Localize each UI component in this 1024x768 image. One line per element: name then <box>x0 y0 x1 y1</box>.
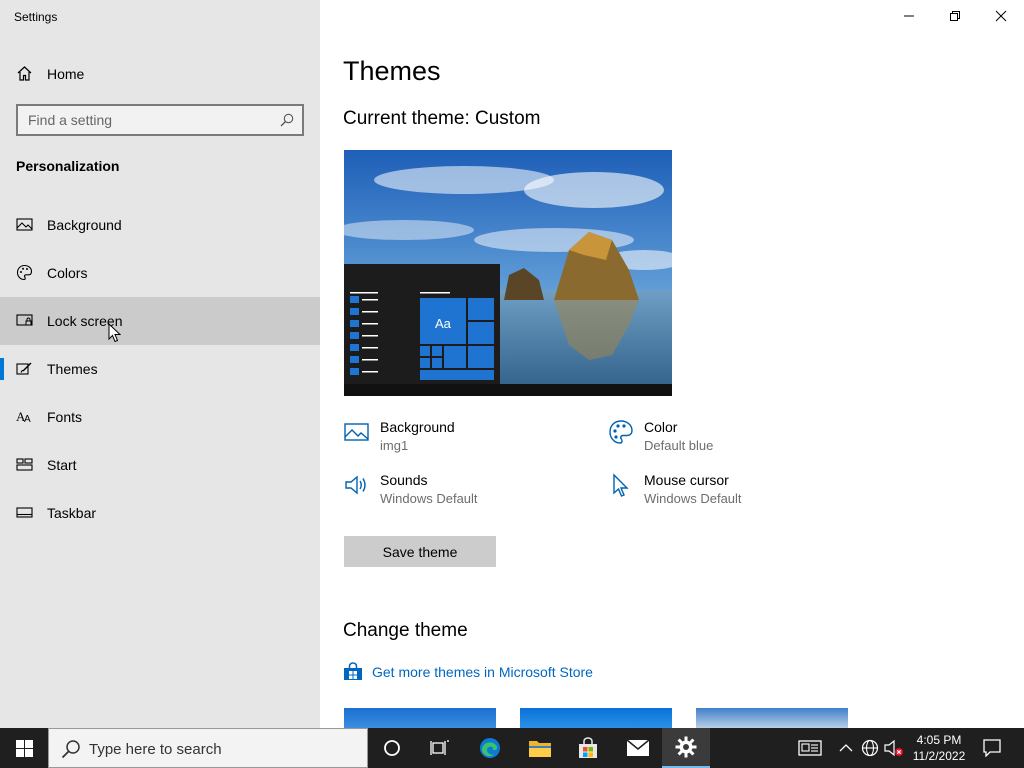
theme-preview: Aa <box>344 150 672 396</box>
sidebar-item-taskbar[interactable]: Taskbar <box>0 489 320 537</box>
current-theme-heading: Current theme: Custom <box>343 108 541 129</box>
mail-icon <box>626 739 650 756</box>
home-icon <box>17 66 32 81</box>
minimize-button[interactable] <box>886 0 932 32</box>
palette-icon <box>16 264 33 281</box>
theme-background-value: img1 <box>380 438 409 453</box>
sidebar-item-colors[interactable]: Colors <box>0 249 320 297</box>
start-button[interactable] <box>0 728 48 768</box>
globe-icon <box>861 739 879 757</box>
taskbar: Type here to search 4:05 PM 11/2/2022 <box>0 728 1024 768</box>
sidebar-item-lock-screen[interactable]: Lock screen <box>0 297 320 345</box>
start-icon <box>16 458 33 471</box>
theme-color-setting[interactable]: Color Default blue <box>608 419 828 459</box>
theme-color-label: Color <box>644 419 678 435</box>
theme-sounds-setting[interactable]: Sounds Windows Default <box>344 472 564 512</box>
change-theme-heading: Change theme <box>343 620 468 641</box>
news-icon <box>798 740 822 756</box>
app-title: Settings <box>14 10 58 24</box>
theme-sounds-label: Sounds <box>380 472 428 488</box>
network-button[interactable] <box>858 728 882 768</box>
mail-button[interactable] <box>614 728 662 768</box>
theme-preview-image <box>344 150 672 396</box>
show-hidden-icons-button[interactable] <box>834 728 858 768</box>
cortana-button[interactable] <box>368 728 416 768</box>
theme-mouse-cursor-label: Mouse cursor <box>644 472 729 488</box>
minimize-icon <box>904 15 914 17</box>
taskbar-search-box[interactable]: Type here to search <box>48 728 368 768</box>
speaker-icon <box>345 475 366 495</box>
theme-thumbnail-3[interactable] <box>696 708 848 728</box>
theme-thumbnail-2[interactable] <box>520 708 672 728</box>
section-title: Personalization <box>16 158 120 174</box>
cortana-icon <box>384 740 400 756</box>
image-icon <box>344 423 369 441</box>
sidebar-item-start[interactable]: Start <box>0 441 320 489</box>
find-setting-search[interactable] <box>16 104 304 136</box>
task-view-icon <box>430 740 449 755</box>
image-icon <box>16 218 33 231</box>
cursor-icon <box>613 473 629 497</box>
restore-icon <box>950 11 960 21</box>
restore-button[interactable] <box>932 0 978 32</box>
sidebar-item-background[interactable]: Background <box>0 201 320 249</box>
theme-mouse-cursor-setting[interactable]: Mouse cursor Windows Default <box>608 472 828 512</box>
close-button[interactable] <box>978 0 1024 32</box>
notification-icon <box>983 739 1001 757</box>
system-clock[interactable]: 4:05 PM 11/2/2022 <box>908 732 970 764</box>
search-input[interactable] <box>18 106 268 134</box>
sidebar-item-themes[interactable]: Themes <box>0 345 320 393</box>
gear-icon <box>675 736 697 758</box>
file-explorer-button[interactable] <box>516 728 564 768</box>
volume-muted-icon <box>884 739 903 757</box>
sidebar-home[interactable]: Home <box>0 56 320 90</box>
volume-button[interactable] <box>882 728 906 768</box>
theme-thumbnail-1[interactable] <box>344 708 496 728</box>
selection-indicator <box>0 358 4 380</box>
chevron-up-icon <box>839 744 853 752</box>
themes-icon <box>16 362 32 375</box>
search-icon <box>61 740 80 759</box>
close-icon <box>995 10 1007 22</box>
fonts-icon: A A <box>16 409 31 425</box>
mouse-pointer-icon <box>108 323 121 343</box>
sidebar-item-label: Colors <box>47 265 88 281</box>
sidebar-item-label: Start <box>47 457 77 473</box>
sidebar-item-label: Fonts <box>47 409 83 425</box>
store-icon <box>344 662 362 680</box>
clock-date: 11/2/2022 <box>912 749 966 763</box>
search-icon <box>280 113 294 127</box>
sidebar-item-label: Themes <box>47 361 98 377</box>
microsoft-store-link-label: Get more themes in Microsoft Store <box>372 664 593 680</box>
lock-screen-icon <box>16 314 33 326</box>
edge-button[interactable] <box>466 728 514 768</box>
sidebar-item-fonts[interactable]: A A Fonts <box>0 393 320 441</box>
sidebar-item-label: Taskbar <box>47 505 97 521</box>
page-title: Themes <box>343 56 441 86</box>
theme-color-value: Default blue <box>644 438 714 453</box>
settings-taskbar-button[interactable] <box>662 728 710 768</box>
taskbar-search-placeholder: Type here to search <box>89 741 222 758</box>
sidebar: Settings Home Personalization Background… <box>0 0 320 728</box>
theme-background-label: Background <box>380 419 455 435</box>
taskbar-icon <box>16 507 33 518</box>
clock-time: 4:05 PM <box>916 733 962 747</box>
news-button[interactable] <box>786 728 834 768</box>
theme-mouse-cursor-value: Windows Default <box>644 491 742 506</box>
microsoft-store-button[interactable] <box>564 728 612 768</box>
svg-text:A: A <box>24 414 31 425</box>
windows-logo-icon <box>16 740 33 757</box>
folder-icon <box>529 741 551 757</box>
sidebar-item-label: Background <box>47 217 122 233</box>
theme-background-setting[interactable]: Background img1 <box>344 419 564 459</box>
task-view-button[interactable] <box>416 728 464 768</box>
action-center-button[interactable] <box>970 728 1014 768</box>
theme-sounds-value: Windows Default <box>380 491 478 506</box>
store-icon <box>579 737 597 758</box>
sidebar-home-label: Home <box>47 66 85 82</box>
palette-icon <box>609 420 633 444</box>
preview-tile-label: Aa <box>435 316 451 331</box>
save-theme-button[interactable]: Save theme <box>344 536 496 567</box>
edge-icon <box>480 738 500 758</box>
